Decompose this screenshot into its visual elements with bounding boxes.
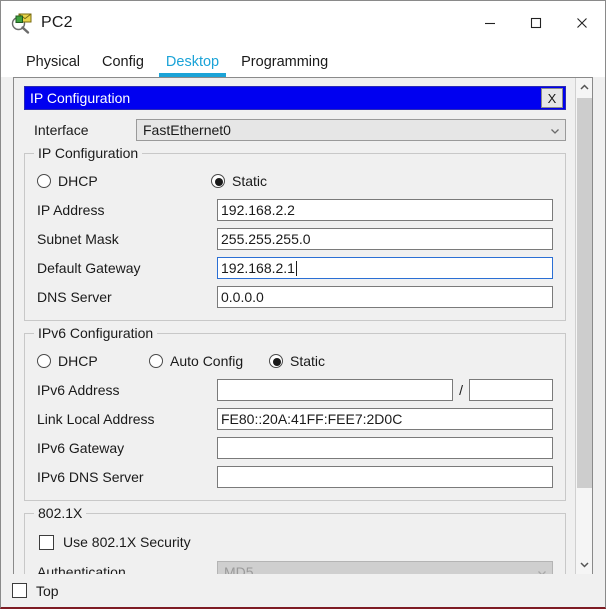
use-dot1x-security-checkbox[interactable]: Use 802.1X Security bbox=[39, 532, 553, 552]
top-checkbox-label: Top bbox=[36, 582, 59, 599]
interface-select[interactable]: FastEthernet0 bbox=[136, 119, 566, 141]
interface-label: Interface bbox=[34, 122, 89, 138]
dot1x-group: 802.1X Use 802.1X Security Authenticatio… bbox=[24, 506, 566, 574]
checkbox-icon bbox=[39, 534, 54, 550]
subnet-mask-value: 255.255.255.0 bbox=[221, 231, 311, 247]
radio-ipv6-dhcp-label: DHCP bbox=[58, 353, 98, 369]
ipv6-gateway-input[interactable] bbox=[217, 437, 553, 459]
default-gateway-value: 192.168.2.1 bbox=[221, 260, 295, 276]
radio-ipv4-dhcp-label: DHCP bbox=[58, 173, 98, 189]
ipv6-dns-server-label: IPv6 DNS Server bbox=[37, 469, 144, 485]
ipv6-address-row: IPv6 Address / bbox=[37, 379, 553, 401]
checkbox-icon bbox=[12, 583, 27, 598]
window-title-bar: PC2 bbox=[1, 1, 605, 45]
dns-server-value: 0.0.0.0 bbox=[221, 289, 264, 305]
use-dot1x-security-label: Use 802.1X Security bbox=[63, 534, 191, 550]
tab-programming[interactable]: Programming bbox=[230, 54, 339, 77]
ipv6-prefix-length-input[interactable] bbox=[469, 379, 553, 401]
radio-ipv6-auto-config[interactable]: Auto Config bbox=[149, 353, 263, 369]
radio-dot-icon bbox=[211, 174, 225, 188]
window-controls bbox=[467, 1, 605, 45]
link-local-address-value: FE80::20A:41FF:FEE7:2D0C bbox=[221, 411, 403, 427]
pc2-device-window: PC2 Physical Config Desktop Programming … bbox=[0, 0, 606, 609]
ipv6-gateway-label: IPv6 Gateway bbox=[37, 440, 125, 456]
radio-ipv4-dhcp[interactable]: DHCP bbox=[37, 173, 205, 189]
subnet-mask-row: Subnet Mask 255.255.255.0 bbox=[37, 228, 553, 250]
vertical-scrollbar[interactable] bbox=[575, 78, 592, 574]
scroll-up-button[interactable] bbox=[576, 78, 592, 97]
link-local-address-row: Link Local Address FE80::20A:41FF:FEE7:2… bbox=[37, 408, 553, 430]
ipv6-address-input[interactable] bbox=[217, 379, 454, 401]
text-caret bbox=[295, 260, 297, 276]
desktop-app-panel: IP Configuration X Interface FastEtherne… bbox=[13, 77, 593, 575]
ipv6-address-label: IPv6 Address bbox=[37, 382, 120, 398]
ip-configuration-header-title: IP Configuration bbox=[30, 90, 131, 106]
close-button[interactable] bbox=[559, 1, 605, 45]
radio-dot-icon bbox=[37, 174, 51, 188]
default-gateway-input[interactable]: 192.168.2.1 bbox=[217, 257, 553, 279]
radio-ipv4-static-label: Static bbox=[232, 173, 268, 189]
ip-configuration-header-bar: IP Configuration X bbox=[24, 86, 566, 110]
radio-dot-icon bbox=[149, 354, 163, 368]
radio-ipv6-auto-config-label: Auto Config bbox=[170, 353, 244, 369]
ip-address-label: IP Address bbox=[37, 202, 105, 218]
chevron-down-icon bbox=[549, 124, 561, 136]
ip-address-input[interactable]: 192.168.2.2 bbox=[217, 199, 553, 221]
dot1x-group-legend: 802.1X bbox=[34, 506, 87, 521]
ipv6-dns-server-input[interactable] bbox=[217, 466, 553, 488]
ipv6-mode-radio-group: DHCP Auto Config Static bbox=[37, 351, 553, 371]
tab-desktop[interactable]: Desktop bbox=[155, 54, 230, 77]
radio-ipv6-dhcp[interactable]: DHCP bbox=[37, 353, 143, 369]
default-gateway-label: Default Gateway bbox=[37, 260, 141, 276]
top-checkbox[interactable]: Top bbox=[12, 581, 59, 601]
scrollbar-thumb[interactable] bbox=[577, 98, 592, 488]
ip-configuration-close-button[interactable]: X bbox=[541, 88, 563, 108]
tab-config[interactable]: Config bbox=[91, 54, 155, 77]
window-title: PC2 bbox=[41, 14, 73, 31]
packet-tracer-device-icon bbox=[10, 11, 34, 35]
authentication-select[interactable]: MD5 bbox=[217, 561, 553, 574]
ip-configuration-form: IP Configuration X Interface FastEtherne… bbox=[14, 78, 576, 574]
link-local-address-input[interactable]: FE80::20A:41FF:FEE7:2D0C bbox=[217, 408, 553, 430]
subnet-mask-input[interactable]: 255.255.255.0 bbox=[217, 228, 553, 250]
subnet-mask-label: Subnet Mask bbox=[37, 231, 119, 247]
scroll-down-button[interactable] bbox=[576, 555, 592, 574]
ipv6-configuration-group: IPv6 Configuration DHCP Auto Config Stat… bbox=[24, 326, 566, 501]
ipv4-mode-radio-group: DHCP Static bbox=[37, 171, 553, 191]
ipv6-dns-server-row: IPv6 DNS Server bbox=[37, 466, 553, 488]
maximize-button[interactable] bbox=[513, 1, 559, 45]
radio-ipv4-static[interactable]: Static bbox=[211, 173, 267, 189]
radio-ipv6-static-label: Static bbox=[290, 353, 326, 369]
dns-server-input[interactable]: 0.0.0.0 bbox=[217, 286, 553, 308]
window-bottom-bar: Top bbox=[1, 574, 605, 607]
ipv6-group-legend: IPv6 Configuration bbox=[34, 326, 158, 341]
link-local-address-label: Link Local Address bbox=[37, 411, 155, 427]
minimize-button[interactable] bbox=[467, 1, 513, 45]
dns-server-label: DNS Server bbox=[37, 289, 112, 305]
ipv4-group-legend: IP Configuration bbox=[34, 146, 143, 161]
ip-address-value: 192.168.2.2 bbox=[221, 202, 295, 218]
interface-row: Interface FastEthernet0 bbox=[24, 119, 566, 141]
ipv6-gateway-row: IPv6 Gateway bbox=[37, 437, 553, 459]
default-gateway-row: Default Gateway 192.168.2.1 bbox=[37, 257, 553, 279]
ipv6-prefix-separator: / bbox=[459, 382, 463, 398]
radio-ipv6-static[interactable]: Static bbox=[269, 353, 325, 369]
tab-physical[interactable]: Physical bbox=[15, 54, 91, 77]
radio-dot-icon bbox=[37, 354, 51, 368]
ip-address-row: IP Address 192.168.2.2 bbox=[37, 199, 553, 221]
authentication-row: Authentication MD5 bbox=[37, 561, 553, 574]
interface-select-value: FastEthernet0 bbox=[143, 122, 231, 138]
radio-dot-icon bbox=[269, 354, 283, 368]
dns-server-row: DNS Server 0.0.0.0 bbox=[37, 286, 553, 308]
ipv4-configuration-group: IP Configuration DHCP Static IP Address … bbox=[24, 146, 566, 321]
main-tab-strip: Physical Config Desktop Programming bbox=[1, 45, 605, 77]
